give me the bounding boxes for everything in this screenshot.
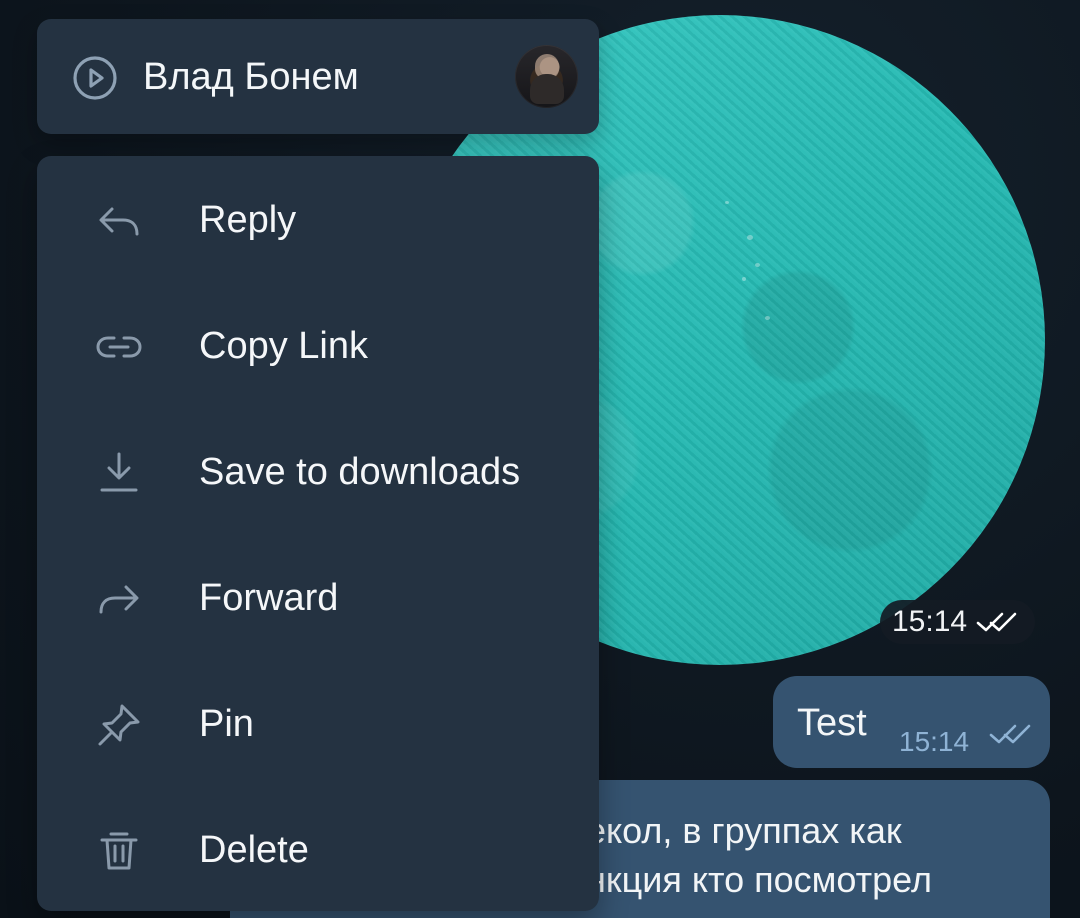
menu-item-forward[interactable]: Forward bbox=[37, 534, 599, 660]
message-text-line: екол, в группах как bbox=[586, 810, 902, 851]
video-speck bbox=[765, 316, 770, 320]
outgoing-message-bubble[interactable]: Test 15:14 bbox=[773, 676, 1050, 768]
video-speck bbox=[742, 277, 746, 281]
video-message-meta: 15:14 bbox=[880, 600, 1036, 644]
pin-icon bbox=[92, 698, 146, 752]
menu-item-label: Reply bbox=[199, 199, 297, 241]
link-icon bbox=[92, 320, 146, 374]
message-text: Test bbox=[797, 702, 867, 744]
menu-item-label: Forward bbox=[199, 577, 339, 619]
delete-icon bbox=[92, 824, 146, 878]
video-message-time: 15:14 bbox=[892, 605, 968, 638]
message-sender-chip[interactable]: Влад Бонем bbox=[37, 19, 599, 134]
menu-item-pin[interactable]: Pin bbox=[37, 660, 599, 786]
menu-item-label: Pin bbox=[199, 703, 254, 745]
menu-item-delete[interactable]: Delete bbox=[37, 786, 599, 912]
message-time: 15:14 bbox=[899, 726, 970, 757]
menu-item-label: Delete bbox=[199, 829, 309, 871]
menu-item-save-to-downloads[interactable]: Save to downloads bbox=[37, 408, 599, 534]
sender-name: Влад Бонем bbox=[143, 56, 359, 98]
menu-item-copy-link[interactable]: Copy Link bbox=[37, 282, 599, 408]
message-context-menu: Reply Copy Link Save to downloads Forwar… bbox=[37, 156, 599, 911]
menu-item-reply[interactable]: Reply bbox=[37, 156, 599, 282]
chat-screen: 15:14 Test 15:14 екол, в группах как нкц… bbox=[0, 0, 1080, 918]
double-check-icon bbox=[975, 611, 1019, 633]
double-check-icon bbox=[988, 722, 1034, 746]
forward-icon bbox=[92, 572, 146, 626]
video-speck bbox=[747, 235, 753, 240]
video-speck bbox=[755, 263, 760, 267]
play-circle-icon bbox=[71, 54, 119, 102]
download-icon bbox=[92, 446, 146, 500]
menu-item-label: Save to downloads bbox=[199, 451, 521, 493]
reply-icon bbox=[92, 194, 146, 248]
avatar[interactable] bbox=[515, 45, 578, 108]
video-speck bbox=[725, 201, 729, 204]
message-text-line: нкция кто посмотрел bbox=[586, 859, 932, 900]
menu-item-label: Copy Link bbox=[199, 325, 368, 367]
